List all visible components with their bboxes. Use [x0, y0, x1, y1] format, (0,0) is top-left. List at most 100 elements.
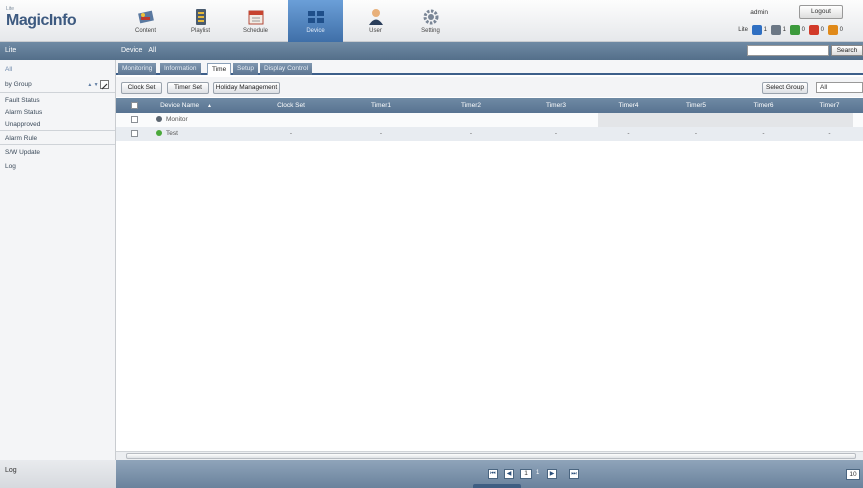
- status-dot-icon: [156, 116, 162, 123]
- group-sort-arrows-icon[interactable]: ▲ ▼: [87, 82, 98, 88]
- nav-user[interactable]: User: [348, 0, 403, 42]
- col-timer7[interactable]: Timer7: [796, 98, 863, 113]
- col-timer3[interactable]: Timer3: [516, 98, 596, 113]
- device-counts: Lite 1 1 0 0 0: [736, 25, 843, 35]
- device-warning-icon: [827, 25, 838, 35]
- sidebar-header: Lite: [0, 42, 116, 60]
- edit-group-icon[interactable]: [100, 80, 109, 90]
- clock-set-button[interactable]: Clock Set: [121, 82, 162, 94]
- tab-monitoring[interactable]: Monitoring: [118, 63, 157, 75]
- sidebar-item-sw-update[interactable]: S/W Update: [0, 147, 115, 159]
- device-warning-count: 0: [839, 27, 843, 33]
- content-icon: [137, 8, 155, 26]
- col-device-name-label: Device Name: [160, 102, 200, 109]
- row-checkbox[interactable]: [131, 116, 138, 123]
- table-row[interactable]: Test - - - - - - - -: [116, 127, 863, 141]
- last-page-button[interactable]: ⏭: [569, 469, 579, 479]
- tab-information[interactable]: Information: [160, 63, 201, 75]
- device-error-count: 0: [820, 27, 824, 33]
- search-button[interactable]: Search: [831, 45, 863, 56]
- nav-playlist[interactable]: Playlist: [173, 0, 228, 42]
- schedule-icon: [247, 8, 265, 26]
- nav-content[interactable]: Content: [118, 0, 173, 42]
- logo-brand: MagicInfo: [6, 12, 77, 29]
- timer5-cell: -: [694, 130, 698, 137]
- sidebar-item-by-group-label: by Group: [5, 81, 32, 88]
- col-timer1[interactable]: Timer1: [336, 98, 426, 113]
- device-connected-count: 1: [782, 27, 786, 33]
- playlist-icon: [192, 8, 210, 26]
- toolbar: Clock Set Timer Set Holiday Management S…: [116, 77, 863, 97]
- mode-label: Lite: [738, 27, 748, 33]
- timer-set-button[interactable]: Timer Set: [167, 82, 209, 94]
- clock-set-cell: -: [289, 130, 293, 137]
- device-total-count: 1: [763, 27, 767, 33]
- tab-time[interactable]: Time: [207, 63, 232, 75]
- col-clock-set[interactable]: Clock Set: [246, 98, 336, 113]
- select-all-checkbox[interactable]: [131, 102, 138, 109]
- sidebar-footer-log[interactable]: Log: [0, 460, 116, 488]
- device-subtabs: Monitoring Information Time Setup Displa…: [116, 60, 863, 75]
- device-name: Monitor: [166, 116, 188, 123]
- sidebar-item-by-group[interactable]: by Group ▲ ▼: [0, 77, 115, 93]
- nav-playlist-label: Playlist: [190, 28, 210, 34]
- sidebar-item-fault-status[interactable]: Fault Status: [0, 95, 115, 107]
- breadcrumb-all: All: [148, 47, 157, 54]
- timer4-cell: -: [627, 130, 630, 137]
- logo: Lite MagicInfo: [6, 6, 77, 30]
- top-bar: Lite MagicInfo Content Playlist Schedule…: [0, 0, 863, 42]
- col-timer5[interactable]: Timer5: [661, 98, 731, 113]
- sidebar-item-alarm-rule[interactable]: Alarm Rule: [0, 133, 115, 145]
- timer6-cell: -: [762, 130, 765, 137]
- nav-setting-label: Setting: [421, 28, 440, 34]
- tab-display-control[interactable]: Display Control: [260, 63, 313, 75]
- bottom-handle[interactable]: [473, 484, 521, 488]
- status-dot-icon: [156, 130, 162, 137]
- timer2-cell: -: [469, 130, 473, 137]
- page-total: 1: [536, 470, 540, 476]
- next-page-button[interactable]: ▶: [547, 469, 557, 479]
- sidebar-item-all[interactable]: All: [0, 63, 115, 77]
- first-page-button[interactable]: ⏮: [488, 469, 498, 479]
- timer3-cell: -: [554, 130, 558, 137]
- scrollbar-thumb[interactable]: [126, 453, 856, 459]
- sidebar-item-unapproved[interactable]: Unapproved: [0, 119, 115, 131]
- nav-device[interactable]: Device: [288, 0, 343, 42]
- grid-body-empty: [116, 141, 863, 451]
- horizontal-scrollbar[interactable]: [116, 451, 863, 460]
- table-row[interactable]: Monitor: [116, 113, 863, 127]
- device-name-cell: Monitor: [156, 113, 236, 127]
- prev-page-button[interactable]: ◀: [504, 469, 514, 479]
- device-total-icon: [751, 25, 762, 35]
- sidebar-item-log[interactable]: Log: [0, 161, 115, 173]
- user-name: admin: [750, 9, 768, 16]
- page-number-input[interactable]: 1: [520, 469, 532, 479]
- holiday-management-button[interactable]: Holiday Management: [213, 82, 280, 94]
- logout-button[interactable]: Logout: [799, 5, 843, 19]
- col-timer6[interactable]: Timer6: [731, 98, 796, 113]
- col-device-name[interactable]: Device Name ▲: [156, 98, 216, 113]
- device-ok-icon: [789, 25, 800, 35]
- nav-schedule-label: Schedule: [242, 28, 269, 34]
- group-controls: ▲ ▼: [87, 77, 109, 93]
- tab-setup[interactable]: Setup: [233, 63, 258, 75]
- breadcrumb-device: Device: [121, 47, 143, 54]
- col-timer4[interactable]: Timer4: [596, 98, 661, 113]
- device-error-icon: [808, 25, 819, 35]
- timer1-cell: -: [379, 130, 383, 137]
- nav-schedule[interactable]: Schedule: [228, 0, 283, 42]
- page-size-select[interactable]: 10: [846, 469, 860, 480]
- device-connected-icon: [770, 25, 781, 35]
- group-select[interactable]: All: [816, 82, 863, 93]
- device-icon: [307, 8, 325, 26]
- disabled-timer-area: [598, 113, 853, 127]
- nav-device-label: Device: [306, 28, 325, 34]
- col-timer2[interactable]: Timer2: [426, 98, 516, 113]
- nav-content-label: Content: [134, 28, 156, 34]
- device-name: Test: [166, 130, 178, 137]
- nav-setting[interactable]: Setting: [403, 0, 458, 42]
- sidebar-item-alarm-status[interactable]: Alarm Status: [0, 107, 115, 119]
- search-input[interactable]: [747, 45, 829, 56]
- select-group-button[interactable]: Select Group: [762, 82, 808, 94]
- row-checkbox[interactable]: [131, 130, 138, 137]
